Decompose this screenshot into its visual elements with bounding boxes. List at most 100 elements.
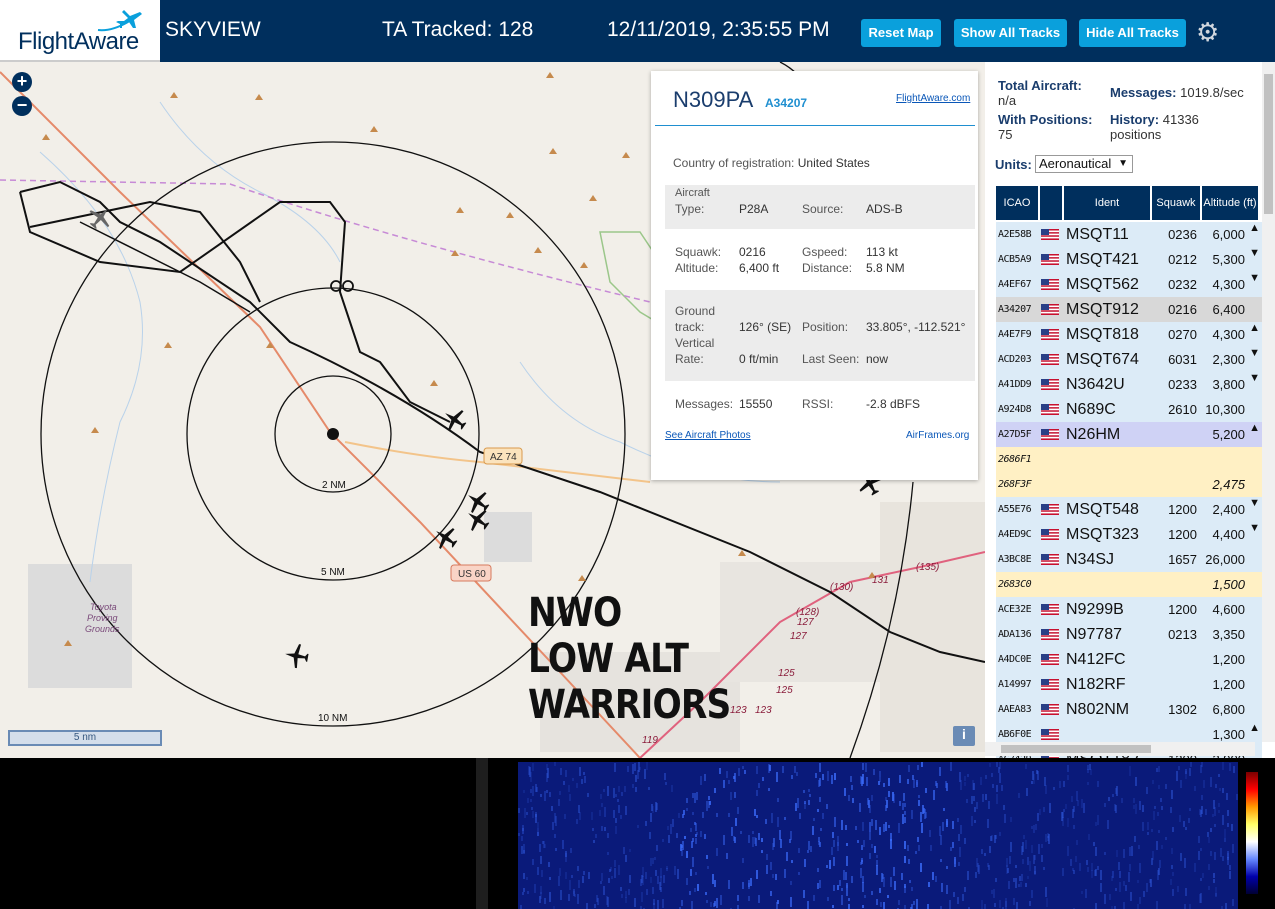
table-row[interactable]: 2683C0 1,500 — [996, 572, 1262, 597]
cell-icao: A41DD9 — [998, 379, 1032, 390]
col-header-flag[interactable] — [1040, 186, 1062, 220]
cell-altitude: 3,350 — [1212, 627, 1245, 642]
trend-arrow-icon: ▲ — [1249, 422, 1260, 434]
last-seen-value: now — [866, 352, 889, 366]
divider — [655, 125, 975, 126]
us-flag-icon — [1041, 379, 1059, 390]
ground-track-label: Ground — [675, 304, 716, 318]
cell-icao: A4E7F9 — [998, 329, 1032, 340]
altitude-label: Altitude: — [675, 261, 719, 275]
position-label: Position: — [802, 320, 849, 334]
ground-track-value: 126° (SE) — [739, 320, 792, 334]
vrate-label: Rate: — [675, 352, 704, 366]
col-header-icao[interactable]: ICAO — [996, 186, 1038, 220]
table-row[interactable]: A14997 N182RF 1,200 — [996, 672, 1262, 697]
us-flag-icon — [1041, 529, 1059, 540]
az74-label: AZ 74 — [490, 452, 517, 463]
table-row[interactable]: 268F3F 2,475 — [996, 472, 1262, 497]
cell-squawk: 0213 — [1168, 627, 1197, 642]
total-aircraft-label: Total Aircraft: — [998, 78, 1082, 93]
cell-ident: MSQT421 — [1066, 251, 1139, 268]
scroll-thumb[interactable] — [1001, 745, 1151, 753]
cell-squawk — [1152, 572, 1199, 597]
scroll-thumb[interactable] — [1264, 74, 1273, 214]
type-label: Type: — [675, 202, 705, 216]
hide-all-tracks-button[interactable]: Hide All Tracks — [1079, 19, 1186, 47]
type-block: Aircraft Type: P28A Source: ADS-B — [665, 185, 975, 229]
us-flag-icon — [1041, 254, 1059, 265]
show-all-tracks-button[interactable]: Show All Tracks — [954, 19, 1067, 47]
col-header-ident[interactable]: Ident — [1064, 186, 1150, 220]
aircraft-photos-link[interactable]: See Aircraft Photos — [665, 430, 751, 441]
table-row[interactable]: A55E76 MSQT548 1200 2,400 ▼ — [996, 497, 1262, 522]
squawk-value: 0216 — [739, 245, 766, 259]
us-flag-icon — [1041, 304, 1059, 315]
popup-icao[interactable]: A34207 — [765, 96, 807, 110]
col-header-squawk[interactable]: Squawk — [1152, 186, 1200, 220]
cell-ident — [1066, 472, 1150, 497]
cell-ident: N34SJ — [1066, 551, 1115, 568]
table-row[interactable]: A27D5F N26HM 5,200 ▲ — [996, 422, 1262, 447]
trend-arrow-icon: ▲ — [1249, 222, 1260, 234]
table-row[interactable]: A4DC0E N412FC 1,200 — [996, 647, 1262, 672]
cell-squawk: 1200 — [1168, 502, 1197, 517]
table-row[interactable]: ACE32E N9299B 1200 4,600 — [996, 597, 1262, 622]
table-row[interactable]: A3BC8E N34SJ 1657 26,000 — [996, 547, 1262, 572]
app-title: SKYVIEW — [165, 18, 261, 41]
flightaware-link[interactable]: FlightAware.com — [896, 93, 970, 104]
route-label: 127 — [790, 631, 807, 642]
table-row[interactable]: ACD203 MSQT674 6031 2,300 ▼ — [996, 347, 1262, 372]
table-row[interactable]: A34207 MSQT912 0216 6,400 — [996, 297, 1262, 322]
positions-label: With Positions: — [998, 112, 1093, 127]
country-value: United States — [797, 156, 870, 170]
table-row[interactable]: ADA136 N97787 0213 3,350 — [996, 622, 1262, 647]
horizontal-scrollbar[interactable] — [985, 742, 1255, 756]
type-value: P28A — [739, 202, 769, 216]
table-row[interactable]: A41DD9 N3642U 0233 3,800 ▼ — [996, 372, 1262, 397]
trend-arrow-icon: ▼ — [1249, 522, 1260, 534]
track-block: Ground track: 126° (SE) Position: 33.805… — [665, 290, 975, 381]
table-row[interactable]: 2686F1 — [996, 447, 1262, 472]
cell-icao: A34207 — [998, 304, 1032, 315]
units-select[interactable]: Aeronautical ▼ — [1035, 155, 1133, 173]
cell-squawk: 2610 — [1168, 402, 1197, 417]
col-header-altitude[interactable]: Altitude (ft) — [1202, 186, 1258, 220]
cell-ident: N182RF — [1066, 676, 1126, 693]
cell-icao: AAEA83 — [998, 704, 1032, 715]
aircraft-detail-popup: N309PA A34207 FlightAware.com Country of… — [651, 71, 978, 480]
trend-arrow-icon: ▼ — [1249, 497, 1260, 509]
type-label: Aircraft — [675, 187, 710, 199]
divider — [476, 758, 488, 909]
scale-bar: 5 nm — [8, 730, 162, 746]
gear-icon[interactable]: ⚙ — [1196, 17, 1219, 48]
table-row[interactable]: A4E7F9 MSQT818 0270 4,300 ▲ — [996, 322, 1262, 347]
table-row[interactable]: AAEA83 N802NM 1302 6,800 — [996, 697, 1262, 722]
table-row[interactable]: A2E58B MSQT11 0236 6,000 ▲ — [996, 222, 1262, 247]
cell-ident — [1066, 572, 1150, 597]
cell-ident: MSQT323 — [1066, 526, 1139, 543]
reset-map-button[interactable]: Reset Map — [861, 19, 941, 47]
popup-ident: N309PA — [673, 87, 754, 112]
table-row[interactable]: A924D8 N689C 2610 10,300 — [996, 397, 1262, 422]
source-label: Source: — [802, 202, 844, 216]
zoom-in-button[interactable]: + — [12, 72, 32, 92]
us-flag-icon — [1041, 704, 1059, 715]
zoom-out-button[interactable]: − — [12, 96, 32, 116]
rssi-label: RSSI: — [802, 397, 834, 411]
cell-squawk: 1200 — [1168, 527, 1197, 542]
cell-altitude: 26,000 — [1205, 552, 1245, 567]
cell-squawk — [1152, 447, 1199, 472]
waterfall-display — [518, 762, 1238, 909]
airframes-link[interactable]: AirFrames.org — [906, 430, 969, 441]
table-row[interactable]: A4ED9C MSQT323 1200 4,400 ▼ — [996, 522, 1262, 547]
info-button[interactable]: i — [953, 726, 975, 746]
cell-ident: N802NM — [1066, 701, 1130, 718]
stream — [39, 151, 143, 583]
flightaware-logo[interactable]: FlightAware — [0, 0, 160, 62]
cell-squawk — [1152, 672, 1199, 697]
cell-squawk: 1302 — [1168, 702, 1197, 717]
vertical-scrollbar[interactable] — [1262, 62, 1275, 742]
datetime: 12/11/2019, 2:35:55 PM — [607, 18, 830, 41]
table-row[interactable]: ACB5A9 MSQT421 0212 5,300 ▼ — [996, 247, 1262, 272]
table-row[interactable]: A4EF67 MSQT562 0232 4,300 ▼ — [996, 272, 1262, 297]
